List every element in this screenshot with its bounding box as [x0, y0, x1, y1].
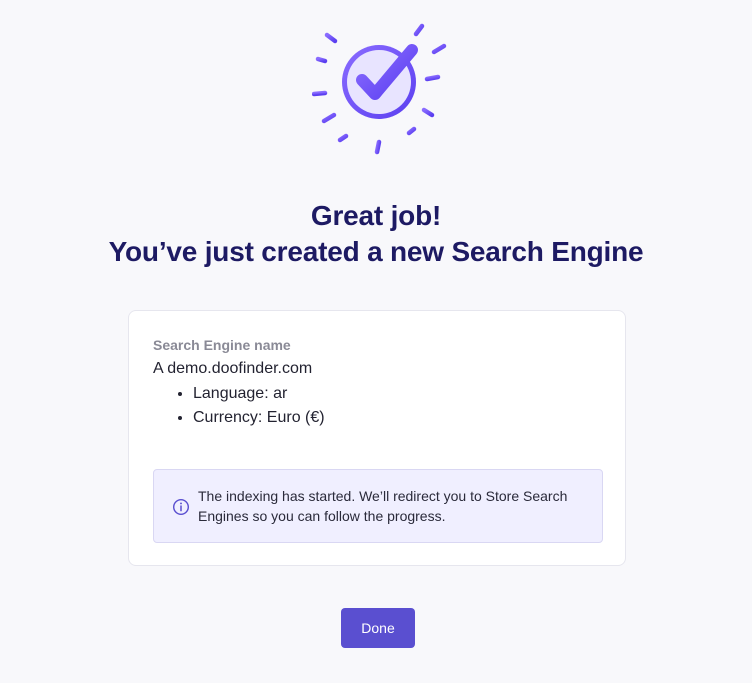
title-line-2: You’ve just created a new Search Engine [108, 236, 644, 267]
search-engine-summary-card: Search Engine name A demo.doofinder.com … [128, 310, 626, 566]
success-screen: Great job! You’ve just created a new Sea… [0, 0, 752, 683]
engine-details-list: Language: ar Currency: Euro (€) [153, 382, 325, 430]
search-engine-name-value: A demo.doofinder.com [153, 360, 313, 377]
language-detail: Language: ar [193, 382, 325, 406]
search-engine-name-label: Search Engine name [153, 337, 291, 353]
info-icon [172, 498, 190, 516]
title-line-1: Great job! [310, 200, 442, 231]
done-button[interactable]: Done [341, 608, 415, 648]
indexing-notice: The indexing has started. We’ll redirect… [153, 469, 603, 543]
indexing-notice-text: The indexing has started. We’ll redirect… [198, 488, 568, 524]
currency-detail: Currency: Euro (€) [193, 406, 325, 430]
check-burst-icon [312, 23, 447, 155]
page-title: Great job! You’ve just created a new Sea… [0, 198, 752, 270]
